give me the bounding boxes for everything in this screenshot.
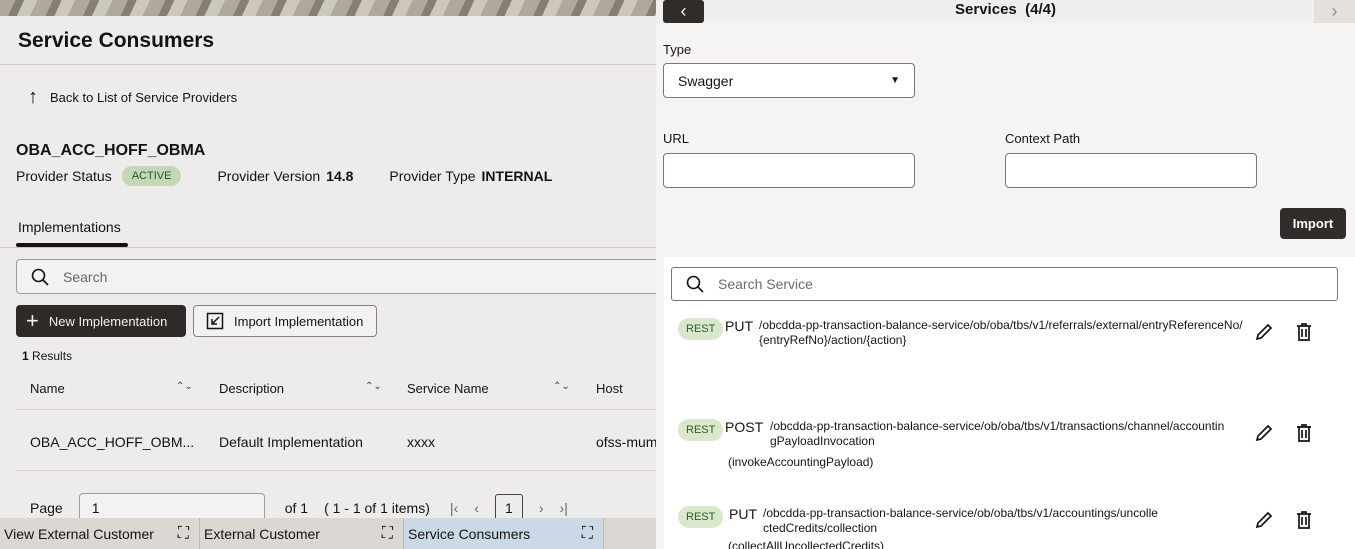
services-list-panel: Search Service REST PUT /obcdda-pp-trans… [664, 257, 1355, 549]
url-label: URL [663, 131, 690, 146]
context-path-input[interactable] [1005, 153, 1257, 188]
http-method: PUT [725, 318, 753, 334]
chevron-right-icon: › [1331, 1, 1338, 21]
edit-icon[interactable] [1254, 423, 1274, 448]
service-path: /obcdda-pp-transaction-balance-service/o… [759, 318, 1243, 347]
search-icon [686, 275, 704, 293]
delete-icon[interactable] [1294, 423, 1314, 448]
import-button[interactable]: Import [1280, 208, 1346, 239]
service-item: REST PUT /obcdda-pp-transaction-balance-… [678, 318, 1338, 408]
drawer-header: Services (4/4) ‹ › [656, 0, 1355, 23]
url-input[interactable] [663, 153, 915, 188]
protocol-badge: REST [678, 506, 724, 528]
context-path-label: Context Path [1005, 131, 1081, 146]
chevron-left-icon: ‹ [680, 1, 687, 21]
http-method: PUT [729, 506, 757, 522]
search-service-input[interactable]: Search Service [671, 267, 1338, 301]
service-path: /obcdda-pp-transaction-balance-service/o… [763, 506, 1158, 535]
edit-icon[interactable] [1254, 510, 1274, 535]
service-operation: (collectAllUncollectedCredits) [728, 539, 885, 549]
protocol-badge: REST [678, 318, 724, 340]
type-value: Swagger [678, 72, 734, 89]
previous-button[interactable]: ‹ [663, 0, 704, 23]
delete-icon[interactable] [1294, 322, 1314, 347]
edit-icon[interactable] [1254, 322, 1274, 347]
drawer-title: Services (4/4) [955, 1, 1056, 18]
type-label: Type [663, 42, 692, 57]
protocol-badge: REST [678, 419, 724, 441]
caret-down-icon: ▼ [890, 75, 900, 86]
type-select[interactable]: Swagger ▼ [663, 63, 915, 98]
service-operation: (invokeAccountingPayload) [728, 455, 874, 469]
service-path: /obcdda-pp-transaction-balance-service/o… [770, 419, 1225, 448]
delete-icon[interactable] [1294, 510, 1314, 535]
services-drawer: Services (4/4) ‹ › Type Swagger ▼ URL Co… [656, 0, 1355, 549]
service-item: REST PUT /obcdda-pp-transaction-balance-… [678, 506, 1338, 549]
modal-overlay [0, 0, 656, 549]
next-button[interactable]: › [1314, 0, 1355, 23]
search-placeholder: Search Service [718, 276, 813, 292]
drawer-counter: (4/4) [1025, 1, 1056, 18]
service-item: REST POST /obcdda-pp-transaction-balance… [678, 419, 1338, 499]
http-method: POST [725, 419, 764, 435]
